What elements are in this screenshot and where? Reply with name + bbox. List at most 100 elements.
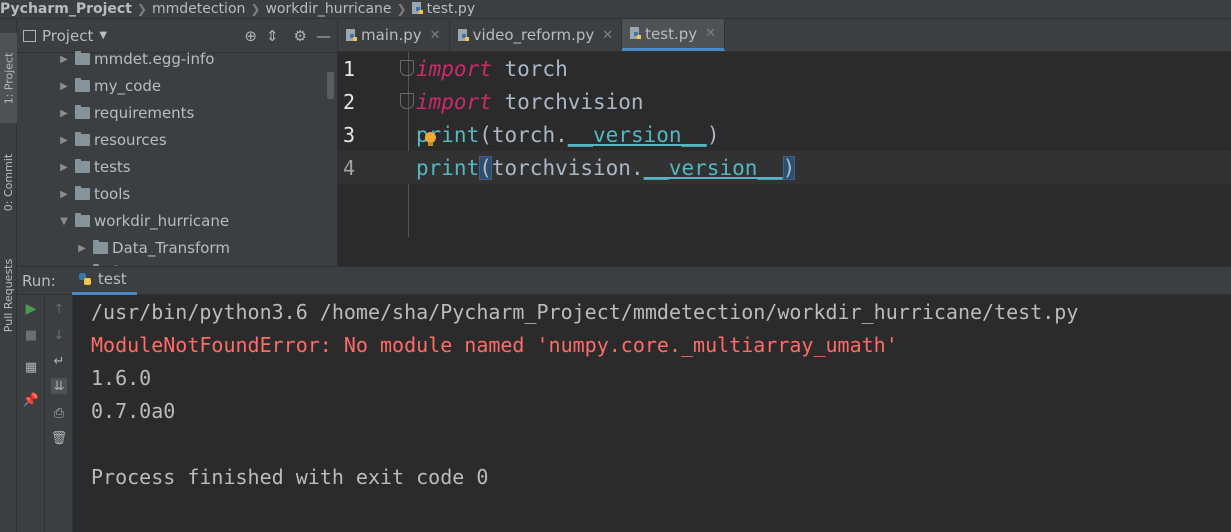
folder-icon bbox=[75, 51, 90, 65]
run-label: Run: bbox=[22, 271, 56, 290]
tree-item-faster-rcnn[interactable]: ▶ faster_rcnn_r50 bbox=[17, 259, 337, 266]
code-text: torch bbox=[491, 56, 568, 81]
chevron-right-icon[interactable]: ▶ bbox=[57, 54, 71, 65]
project-tool-tab[interactable]: 1: Project bbox=[0, 33, 17, 123]
tab-main-py[interactable]: main.py ✕ bbox=[338, 19, 450, 51]
keyword-import: import bbox=[416, 89, 492, 114]
tree-item-resources[interactable]: ▶ resources bbox=[17, 127, 337, 153]
run-toolbar-right: ↑ ↓ ↵ ⇊ ⎙ 🗑 bbox=[45, 295, 73, 532]
chevron-right-icon[interactable]: ▶ bbox=[57, 135, 71, 146]
folder-icon bbox=[75, 105, 90, 119]
close-icon[interactable]: ✕ bbox=[430, 28, 441, 43]
code-line-1[interactable]: 1 import torch bbox=[338, 52, 1231, 85]
editor-tabs: main.py ✕ video_reform.py ✕ test.py ✕ bbox=[338, 19, 1231, 52]
python-file-icon bbox=[346, 28, 357, 41]
pull-requests-tool-tab[interactable]: Pull Requests bbox=[0, 245, 17, 345]
collapse-icon[interactable]: ⇕ bbox=[266, 27, 279, 45]
breadcrumb-mmdetection[interactable]: mmdetection bbox=[152, 1, 245, 17]
code-line-3[interactable]: 3 print(torch.__version__) bbox=[338, 118, 1231, 151]
folder-icon bbox=[75, 159, 90, 173]
line-number: 4 bbox=[343, 155, 356, 180]
builtin-print: print bbox=[416, 155, 480, 180]
chevron-right-icon[interactable]: ▶ bbox=[57, 108, 71, 119]
console-line: 1.6.0 bbox=[91, 366, 152, 390]
target-icon[interactable]: ⊕ bbox=[244, 27, 257, 45]
scroll-to-end-icon[interactable]: ⇊ bbox=[51, 378, 67, 394]
chevron-right-icon: ❯ bbox=[250, 2, 261, 16]
gear-icon[interactable]: ⚙ bbox=[294, 27, 307, 45]
run-panel-header: Run: test bbox=[17, 266, 1231, 295]
tab-test-py[interactable]: test.py ✕ bbox=[622, 19, 726, 51]
console-line: 0.7.0a0 bbox=[91, 399, 176, 423]
chevron-down-icon[interactable]: ▼ bbox=[99, 30, 107, 41]
chevron-right-icon[interactable]: ▶ bbox=[57, 81, 71, 92]
python-file-icon bbox=[630, 27, 642, 39]
project-panel: Project ▼ ⊕ ⇕ ⚙ — ▶ mmdet.egg-info ▶ my_… bbox=[17, 19, 338, 266]
run-tab-test[interactable]: test bbox=[71, 266, 137, 295]
tab-label: main.py bbox=[361, 26, 422, 44]
tree-item-my-code[interactable]: ▶ my_code bbox=[17, 73, 337, 99]
code-line-4[interactable]: 4 print(torchvision.__version__) bbox=[338, 151, 1231, 184]
run-tab-label: test bbox=[97, 270, 127, 288]
python-icon bbox=[78, 273, 91, 285]
folder-icon bbox=[75, 213, 90, 227]
console-error-line: ModuleNotFoundError: No module named 'nu… bbox=[91, 333, 898, 357]
pin-icon[interactable]: 📌 bbox=[23, 392, 39, 408]
tab-video-reform-py[interactable]: video_reform.py ✕ bbox=[450, 19, 623, 51]
chevron-right-icon[interactable]: ▶ bbox=[57, 162, 71, 173]
lightbulb-icon[interactable] bbox=[424, 132, 436, 146]
tree-item-data-transform[interactable]: ▶ Data_Transform bbox=[17, 235, 337, 261]
close-icon[interactable]: ✕ bbox=[705, 26, 716, 41]
console-line: Process finished with exit code 0 bbox=[91, 465, 489, 489]
folder-icon bbox=[75, 78, 90, 92]
python-file-icon bbox=[457, 28, 469, 41]
minimize-icon[interactable]: — bbox=[316, 27, 331, 45]
line-number: 2 bbox=[343, 89, 356, 114]
arrow-down-icon[interactable]: ↓ bbox=[51, 327, 67, 343]
folder-icon bbox=[93, 240, 108, 254]
project-panel-title[interactable]: Project bbox=[42, 27, 93, 45]
close-icon[interactable]: ✕ bbox=[602, 28, 613, 43]
python-file-icon bbox=[411, 1, 427, 17]
tree-item-requirements[interactable]: ▶ requirements bbox=[17, 100, 337, 126]
matched-brace: ) bbox=[782, 155, 796, 180]
line-number: 3 bbox=[343, 122, 356, 147]
left-tool-stripe: 1: Project 0: Commit Pull Requests bbox=[0, 19, 17, 532]
keyword-import: import bbox=[416, 56, 492, 81]
breadcrumb-file[interactable]: test.py bbox=[427, 1, 476, 17]
tab-label: test.py bbox=[645, 24, 698, 43]
breadcrumb: Pycharm_Project ❯ mmdetection ❯ workdir_… bbox=[0, 0, 1231, 19]
tree-item-workdir-hurricane[interactable]: ▼ workdir_hurricane bbox=[17, 208, 337, 234]
run-console[interactable]: /usr/bin/python3.6 /home/sha/Pycharm_Pro… bbox=[73, 295, 1231, 532]
layout-icon[interactable]: ▦ bbox=[23, 359, 39, 375]
project-panel-icon bbox=[23, 29, 36, 42]
chevron-right-icon[interactable]: ▶ bbox=[57, 189, 71, 200]
fold-icon[interactable] bbox=[400, 60, 414, 76]
commit-tool-tab[interactable]: 0: Commit bbox=[0, 137, 17, 227]
project-scrollbar-thumb[interactable] bbox=[327, 72, 334, 99]
dunder-version: __version__ bbox=[643, 155, 783, 180]
fold-icon[interactable] bbox=[400, 93, 414, 109]
stop-icon[interactable]: ■ bbox=[23, 327, 39, 343]
tree-item-tools[interactable]: ▶ tools bbox=[17, 181, 337, 207]
breadcrumb-workdir[interactable]: workdir_hurricane bbox=[265, 1, 391, 17]
run-toolbar-left: ▶ ■ ▦ 📌 bbox=[17, 295, 45, 532]
soft-wrap-icon[interactable]: ↵ bbox=[51, 353, 67, 369]
breadcrumb-project[interactable]: Pycharm_Project bbox=[0, 1, 132, 17]
code-text: torchvision bbox=[491, 89, 644, 114]
code-line-2[interactable]: 2 import torchvision bbox=[338, 85, 1231, 118]
chevron-down-icon[interactable]: ▼ bbox=[57, 216, 71, 227]
code-editor[interactable]: 1 import torch 2 import torchvision 3 pr… bbox=[338, 52, 1231, 266]
arrow-up-icon[interactable]: ↑ bbox=[51, 301, 67, 317]
rerun-icon[interactable]: ▶ bbox=[23, 301, 39, 317]
trash-icon[interactable]: 🗑 bbox=[51, 430, 68, 446]
tree-item-mmdet-egg-info[interactable]: ▶ mmdet.egg-info bbox=[17, 46, 337, 72]
print-icon[interactable]: ⎙ bbox=[51, 405, 67, 421]
matched-brace: ( bbox=[479, 155, 492, 180]
chevron-right-icon[interactable]: ▶ bbox=[75, 243, 89, 254]
tree-item-tests[interactable]: ▶ tests bbox=[17, 154, 337, 180]
folder-icon bbox=[75, 186, 90, 200]
chevron-right-icon: ❯ bbox=[136, 2, 147, 16]
dunder-version: __version__ bbox=[567, 122, 707, 147]
tab-label: video_reform.py bbox=[472, 26, 595, 44]
